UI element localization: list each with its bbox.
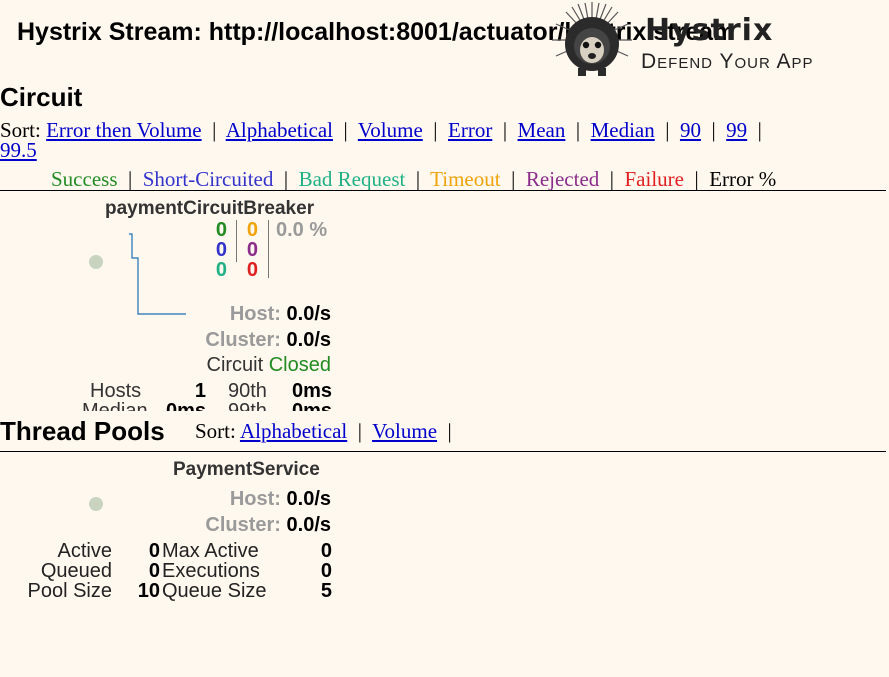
bad-request-count: 0 xyxy=(215,259,227,281)
pool-size-label: Pool Size xyxy=(27,580,113,602)
tp-cluster-label: Cluster: xyxy=(205,514,281,536)
separator: | xyxy=(659,118,675,142)
circuit-status: Circuit Closed xyxy=(207,354,332,377)
sparkline-chart xyxy=(129,233,186,315)
separator: | xyxy=(604,167,620,191)
sort-90[interactable]: 90 xyxy=(680,118,701,142)
separator: | xyxy=(442,419,452,443)
sort-99-5[interactable]: 99.5 xyxy=(0,138,37,162)
thread-pools-section-title: Thread Pools xyxy=(0,416,165,446)
sort-volume[interactable]: Volume xyxy=(358,118,423,142)
tp-cluster-value: 0.0/s xyxy=(286,514,331,536)
sort-error[interactable]: Error xyxy=(448,118,492,142)
circuit-section-title: Circuit xyxy=(0,82,83,112)
separator: | xyxy=(497,118,513,142)
median-value: 0ms xyxy=(165,400,206,411)
tp-sort-alphabetical[interactable]: Alphabetical xyxy=(240,419,347,443)
separator: | xyxy=(752,118,762,142)
circuit-status-value: Closed xyxy=(268,354,331,376)
legend-success: Success xyxy=(51,167,118,191)
sort-alphabetical[interactable]: Alphabetical xyxy=(226,118,333,142)
queue-size-value: 5 xyxy=(320,580,332,602)
tp-host-rate: Host: 0.0/s xyxy=(230,488,331,511)
circuit-legend: Success | Short-Circuited | Bad Request … xyxy=(51,167,776,192)
separator: | xyxy=(206,118,222,142)
pool-size-value: 10 xyxy=(137,580,160,602)
median-label: Median xyxy=(82,400,148,411)
sort-mean[interactable]: Mean xyxy=(518,118,566,142)
circuit-name: paymentCircuitBreaker xyxy=(105,198,315,219)
tp-sort-volume[interactable]: Volume xyxy=(372,419,437,443)
count-divider xyxy=(268,220,269,278)
p99-label: 99th xyxy=(228,400,267,411)
legend-failure: Failure xyxy=(624,167,684,191)
separator: | xyxy=(122,167,138,191)
separator: | xyxy=(570,118,586,142)
failure-count: 0 xyxy=(246,259,258,281)
legend-rejected: Rejected xyxy=(525,167,600,191)
cluster-label: Cluster: xyxy=(205,329,281,351)
p99-value: 0ms xyxy=(291,400,332,411)
separator: | xyxy=(338,118,353,142)
tp-cluster-rate: Cluster: 0.0/s xyxy=(205,514,331,537)
logo-wordmark: Hystrix xyxy=(645,13,774,48)
error-percentage: 0.0 % xyxy=(276,219,328,241)
cluster-rate: Cluster: 0.0/s xyxy=(205,329,331,352)
sort-error-then-volume[interactable]: Error then Volume xyxy=(46,118,202,142)
cluster-value: 0.0/s xyxy=(286,329,331,351)
sort-99[interactable]: 99 xyxy=(726,118,747,142)
separator: | xyxy=(689,167,704,191)
separator: | xyxy=(352,419,368,443)
host-rate: Host: 0.0/s xyxy=(230,303,331,326)
host-label: Host: xyxy=(229,303,281,325)
health-indicator xyxy=(89,255,103,269)
separator: | xyxy=(505,167,521,191)
count-divider xyxy=(236,220,237,262)
separator: | xyxy=(410,167,426,191)
queue-size-label: Queue Size xyxy=(162,580,267,602)
logo-tagline: Defend Your App xyxy=(641,50,814,73)
separator: | xyxy=(428,118,443,142)
thread-pool-sort-bar: Sort: Alphabetical | Volume | xyxy=(195,419,452,444)
tp-host-value: 0.0/s xyxy=(286,488,331,510)
separator: | xyxy=(278,167,294,191)
sort-label: Sort: xyxy=(195,419,236,443)
hystrix-logo: Hystrix Defend Your App xyxy=(548,0,889,80)
latency-table: Hosts 1 90th 0ms Median 0ms 99th 0ms xyxy=(0,378,340,411)
legend-short-circuited: Short-Circuited xyxy=(142,167,274,191)
separator: | xyxy=(706,118,721,142)
circuit-sort-bar: Sort: Error then Volume | Alphabetical |… xyxy=(0,118,884,162)
legend-timeout: Timeout xyxy=(430,167,501,191)
circuit-status-label: Circuit xyxy=(206,354,264,376)
host-value: 0.0/s xyxy=(286,303,331,325)
divider xyxy=(0,190,886,191)
divider xyxy=(0,451,886,452)
legend-bad-request: Bad Request xyxy=(298,167,406,191)
legend-error-pct: Error % xyxy=(709,167,777,191)
thread-pool-name: PaymentService xyxy=(173,459,320,480)
health-indicator xyxy=(89,497,103,511)
tp-host-label: Host: xyxy=(229,488,281,510)
sort-median[interactable]: Median xyxy=(591,118,655,142)
